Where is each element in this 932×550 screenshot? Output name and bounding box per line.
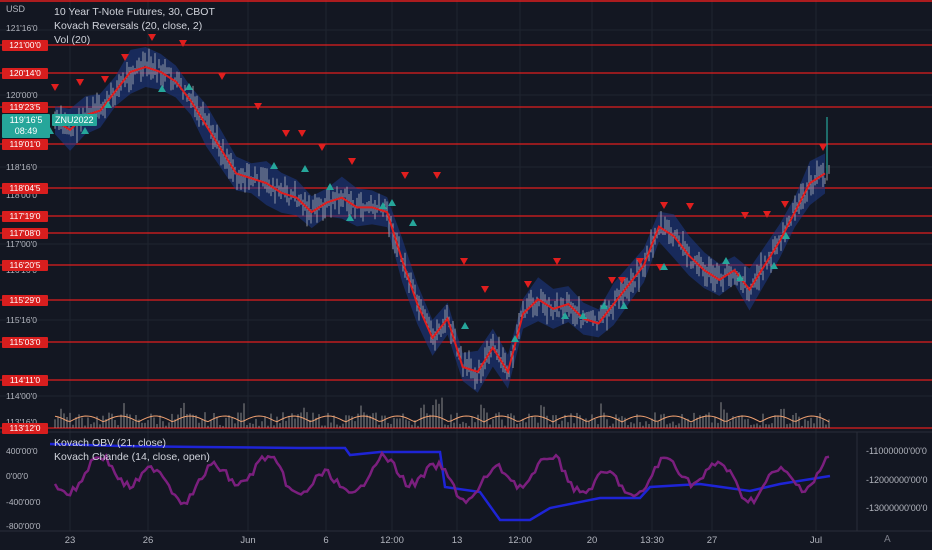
level-price-tag: 117'19'0	[2, 211, 48, 222]
time-axis-tick: 13	[451, 535, 463, 546]
left-axis-tick: 121'16'0	[6, 23, 38, 33]
auto-scale-button[interactable]: A	[884, 534, 891, 545]
sell-arrow-icon	[781, 201, 789, 208]
indicator-legend-volume[interactable]: Vol (20)	[54, 33, 215, 47]
left-axis-tick: 117'00'0	[6, 239, 37, 249]
current-price-tag: 119'16'5 08:49	[2, 114, 50, 138]
level-price-tag: 113'12'0	[2, 423, 48, 434]
lower-left-tick: 0'00'0	[6, 471, 29, 481]
buy-arrow-icon	[388, 199, 396, 206]
level-price-tag: 119'23'5	[2, 102, 48, 113]
time-axis-tick: 23	[64, 535, 76, 546]
level-price-tag: 117'08'0	[2, 228, 48, 239]
level-price-tag: 116'20'5	[2, 260, 48, 271]
time-axis-tick: 12:00	[508, 535, 532, 546]
lower-left-tick: 400'00'0	[6, 446, 38, 456]
left-axis-tick: 118'16'0	[6, 162, 37, 172]
sell-arrow-icon	[282, 130, 290, 137]
sell-arrow-icon	[819, 144, 827, 151]
sell-arrow-icon	[460, 258, 468, 265]
sell-arrow-icon	[660, 202, 668, 209]
sell-arrow-icon	[318, 144, 326, 151]
left-axis-tick: 114'00'0	[6, 391, 37, 401]
level-price-tag: 115'03'0	[2, 337, 48, 348]
indicator-legend-obv[interactable]: Kovach OBV (21, close)	[54, 436, 210, 450]
level-price-tag: 118'04'5	[2, 183, 48, 194]
reversal-band-area	[55, 47, 825, 393]
lower-left-tick: -800'00'0	[6, 521, 41, 531]
lower-right-tick: -13000000'00'0	[866, 503, 928, 513]
indicator-legend-reversals[interactable]: Kovach Reversals (20, close, 2)	[54, 19, 215, 33]
sell-arrow-icon	[298, 130, 306, 137]
volume-bars	[54, 397, 830, 428]
buy-arrow-icon	[409, 219, 417, 226]
left-axis-tick: 120'00'0	[6, 90, 38, 100]
level-price-tag: 114'11'0	[2, 375, 48, 386]
time-axis-tick: 12:00	[380, 535, 404, 546]
time-axis-tick: 26	[142, 535, 154, 546]
lower-legend: Kovach OBV (21, close) Kovach Chande (14…	[54, 436, 210, 464]
sell-arrow-icon	[101, 76, 109, 83]
main-legend: 10 Year T-Note Futures, 30, CBOT Kovach …	[54, 5, 215, 47]
sell-arrow-icon	[51, 84, 59, 91]
time-axis-tick: Jun	[240, 535, 256, 546]
time-axis-tick: 6	[323, 535, 329, 546]
sell-arrow-icon	[348, 158, 356, 165]
sell-arrow-icon	[763, 211, 771, 218]
buy-arrow-icon	[461, 322, 469, 329]
level-price-tag: 119'01'0	[2, 139, 48, 150]
time-axis-tick: 13:30	[640, 535, 664, 546]
sell-arrow-icon	[524, 281, 532, 288]
sell-arrow-icon	[553, 258, 561, 265]
lower-right-tick: -12000000'00'0	[866, 475, 928, 485]
sell-arrow-icon	[401, 172, 409, 179]
level-price-tag: 120'14'0	[2, 68, 48, 79]
lower-right-tick: -11000000'00'0	[866, 446, 927, 456]
time-axis-tick: 20	[586, 535, 598, 546]
sell-arrow-icon	[218, 73, 226, 80]
level-price-tag: 121'00'0	[2, 40, 48, 51]
sell-arrow-icon	[481, 286, 489, 293]
sell-arrow-icon	[76, 79, 84, 86]
sell-arrow-icon	[686, 203, 694, 210]
lower-left-tick: -400'00'0	[6, 497, 41, 507]
indicator-legend-chande[interactable]: Kovach Chande (14, close, open)	[54, 450, 210, 464]
bar-countdown: 08:49	[14, 126, 38, 136]
chart-canvas[interactable]	[0, 0, 932, 550]
left-axis-tick: 115'16'0	[6, 315, 37, 325]
sell-arrow-icon	[433, 172, 441, 179]
chart-title[interactable]: 10 Year T-Note Futures, 30, CBOT	[54, 5, 215, 19]
level-price-tag: 115'29'0	[2, 295, 48, 306]
current-price-value: 119'16'5	[9, 115, 43, 125]
time-axis-tick: Jul	[809, 535, 823, 546]
time-axis-tick: 27	[706, 535, 718, 546]
symbol-tag: ZNU2022	[52, 114, 97, 126]
currency-label: USD	[6, 4, 26, 14]
reversal-band	[55, 47, 825, 393]
buy-arrow-icon	[301, 165, 309, 172]
